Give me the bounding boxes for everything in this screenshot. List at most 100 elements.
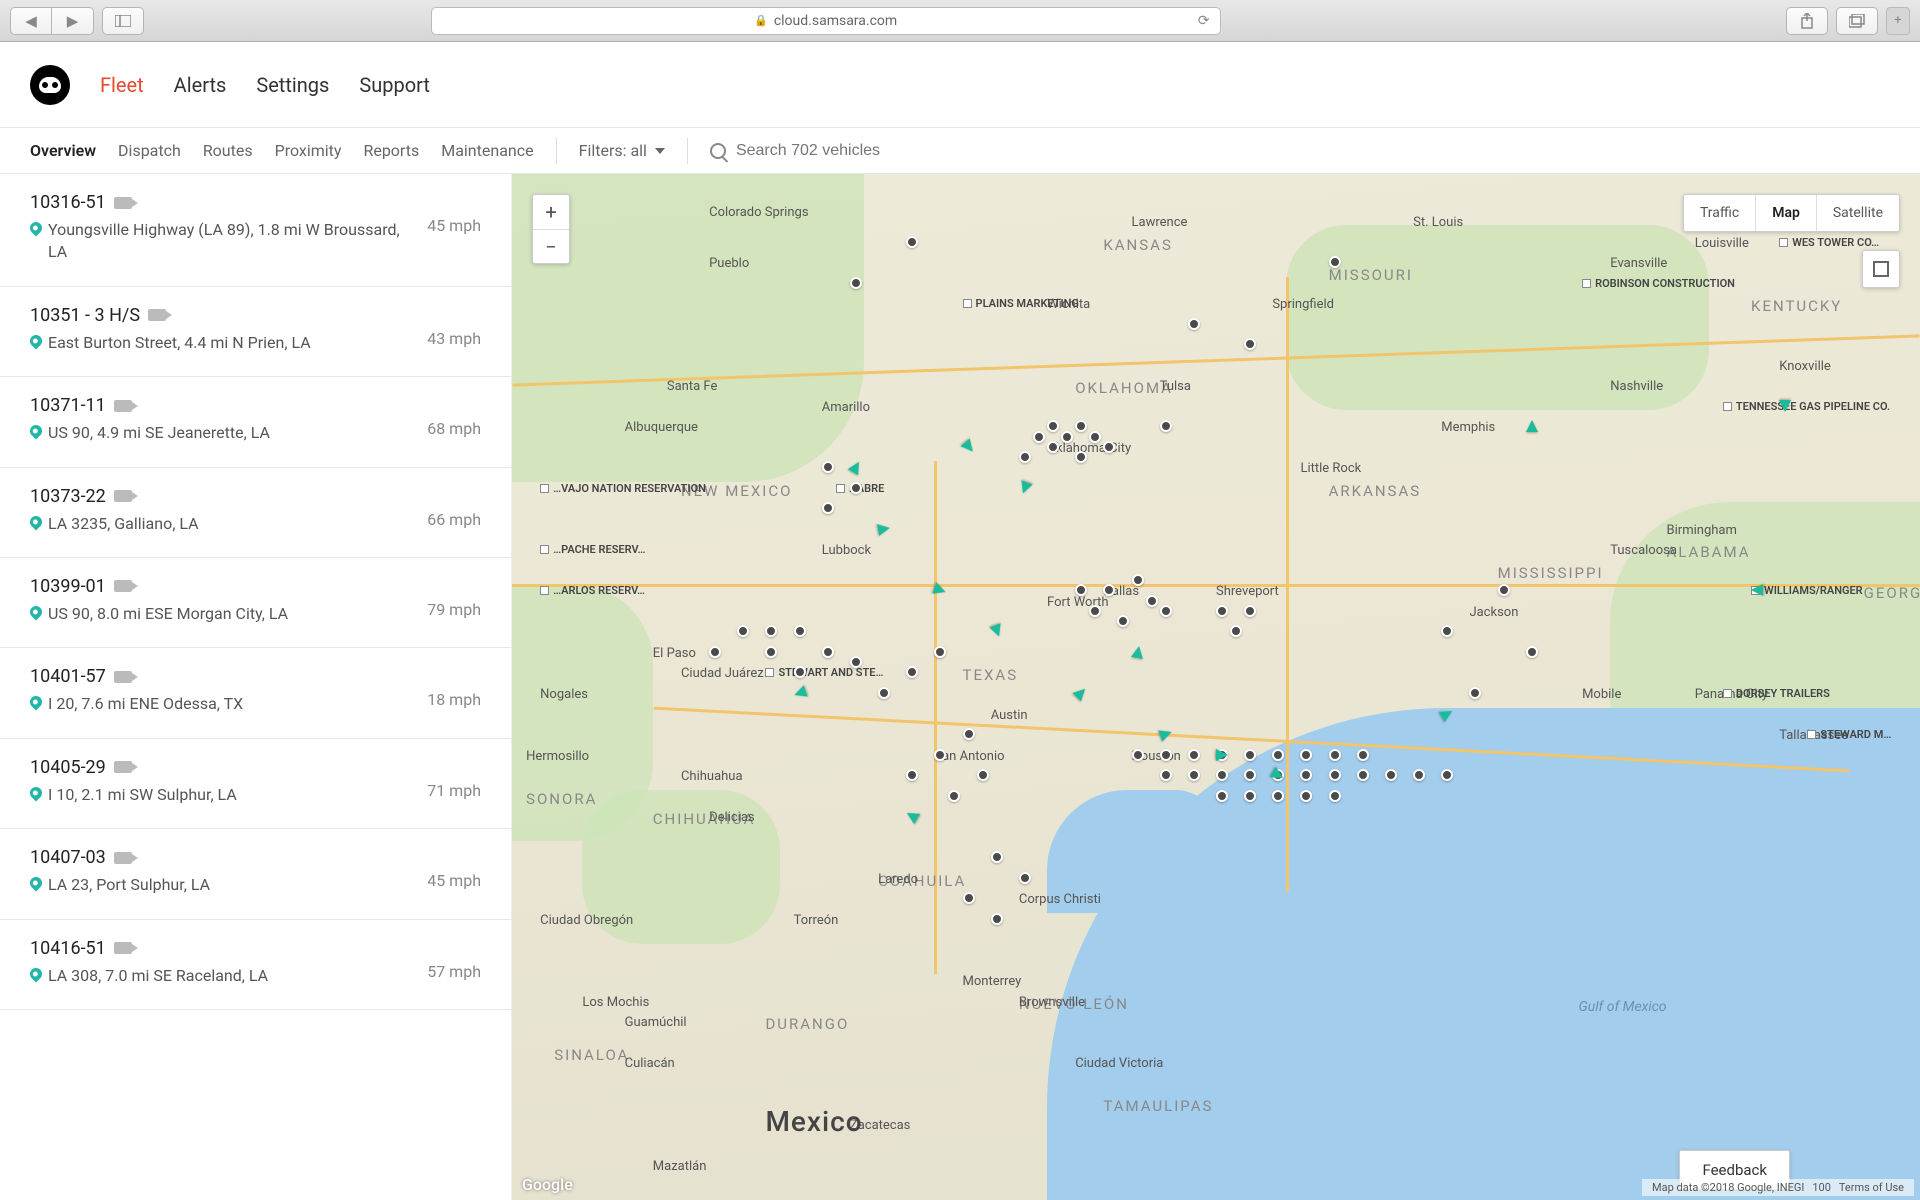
search-input[interactable] — [736, 142, 996, 160]
vehicle-marker[interactable] — [1216, 605, 1228, 617]
vehicle-row[interactable]: 10405-29 I 10, 2.1 mi SW Sulphur, LA 71 … — [0, 739, 511, 829]
subnav-item-proximity[interactable]: Proximity — [275, 141, 342, 160]
vehicle-marker[interactable] — [1329, 790, 1341, 802]
vehicle-marker[interactable] — [948, 790, 960, 802]
vehicle-marker[interactable] — [822, 646, 834, 658]
vehicle-row[interactable]: 10351 - 3 H/S East Burton Street, 4.4 mi… — [0, 287, 511, 377]
vehicle-row[interactable]: 10371-11 US 90, 4.9 mi SE Jeanerette, LA… — [0, 377, 511, 467]
nav-forward-button[interactable]: ▶ — [52, 7, 94, 35]
vehicle-marker[interactable] — [1132, 574, 1144, 586]
vehicle-heading-marker[interactable] — [1526, 420, 1538, 432]
vehicle-marker[interactable] — [1498, 584, 1510, 596]
vehicle-marker[interactable] — [1272, 790, 1284, 802]
subnav-item-dispatch[interactable]: Dispatch — [118, 141, 181, 160]
vehicle-marker[interactable] — [1160, 749, 1172, 761]
map-canvas[interactable]: KANSASMISSOURIOKLAHOMANEW MEXICOTEXASARK… — [512, 174, 1920, 1200]
nav-back-button[interactable]: ◀ — [10, 7, 52, 35]
vehicle-marker[interactable] — [794, 666, 806, 678]
subnav-item-routes[interactable]: Routes — [203, 141, 253, 160]
share-button[interactable] — [1786, 7, 1828, 35]
vehicle-marker[interactable] — [794, 625, 806, 637]
filters-dropdown[interactable]: Filters: all — [579, 141, 665, 160]
vehicle-row[interactable]: 10407-03 LA 23, Port Sulphur, LA 45 mph — [0, 829, 511, 919]
vehicle-marker[interactable] — [1329, 256, 1341, 268]
subnav-item-reports[interactable]: Reports — [363, 141, 419, 160]
new-tab-button[interactable]: + — [1886, 7, 1910, 35]
vehicle-marker[interactable] — [1019, 451, 1031, 463]
vehicle-marker[interactable] — [1244, 605, 1256, 617]
subnav-item-overview[interactable]: Overview — [30, 141, 96, 160]
app-logo[interactable] — [30, 65, 70, 105]
topnav-item-settings[interactable]: Settings — [256, 73, 329, 97]
vehicle-marker[interactable] — [1329, 749, 1341, 761]
vehicle-list[interactable]: 10316-51 Youngsville Highway (LA 89), 1.… — [0, 174, 512, 1200]
vehicle-marker[interactable] — [1160, 769, 1172, 781]
vehicle-marker[interactable] — [1216, 769, 1228, 781]
vehicle-marker[interactable] — [1385, 769, 1397, 781]
vehicle-marker[interactable] — [991, 913, 1003, 925]
vehicle-marker[interactable] — [1019, 872, 1031, 884]
vehicle-marker[interactable] — [1146, 595, 1158, 607]
map-attribution: Map data ©2018 Google, INEGI100Terms of … — [1642, 1179, 1914, 1196]
vehicle-marker[interactable] — [963, 892, 975, 904]
vehicle-marker[interactable] — [1300, 790, 1312, 802]
fullscreen-button[interactable] — [1862, 250, 1900, 288]
url-bar[interactable]: 🔒 cloud.samsara.com ⟳ — [431, 7, 1221, 35]
vehicle-row[interactable]: 10416-51 LA 308, 7.0 mi SE Raceland, LA … — [0, 920, 511, 1010]
vehicle-marker[interactable] — [850, 482, 862, 494]
subnav-item-maintenance[interactable]: Maintenance — [441, 141, 533, 160]
zoom-in-button[interactable]: + — [533, 195, 569, 229]
vehicle-marker[interactable] — [822, 461, 834, 473]
vehicle-marker[interactable] — [1160, 420, 1172, 432]
vehicle-marker[interactable] — [878, 687, 890, 699]
traffic-toggle[interactable]: Traffic — [1684, 195, 1755, 231]
vehicle-marker[interactable] — [1244, 749, 1256, 761]
vehicle-row[interactable]: 10316-51 Youngsville Highway (LA 89), 1.… — [0, 174, 511, 287]
sidebar-toggle-button[interactable] — [102, 7, 144, 35]
satellite-view-button[interactable]: Satellite — [1816, 195, 1899, 231]
vehicle-row[interactable]: 10401-57 I 20, 7.6 mi ENE Odessa, TX 18 … — [0, 648, 511, 738]
vehicle-heading-marker[interactable] — [1779, 400, 1791, 412]
zoom-out-button[interactable]: − — [533, 229, 569, 263]
vehicle-marker[interactable] — [1244, 790, 1256, 802]
vehicle-heading-marker[interactable] — [877, 522, 891, 536]
vehicle-marker[interactable] — [709, 646, 721, 658]
vehicle-marker[interactable] — [991, 851, 1003, 863]
vehicle-marker[interactable] — [1089, 431, 1101, 443]
vehicle-marker[interactable] — [1526, 646, 1538, 658]
vehicle-row[interactable]: 10399-01 US 90, 8.0 mi ESE Morgan City, … — [0, 558, 511, 648]
vehicle-marker[interactable] — [1357, 749, 1369, 761]
vehicle-marker[interactable] — [1160, 605, 1172, 617]
vehicle-marker[interactable] — [1188, 318, 1200, 330]
vehicle-marker[interactable] — [1300, 749, 1312, 761]
vehicle-marker[interactable] — [1272, 749, 1284, 761]
vehicle-marker[interactable] — [1188, 769, 1200, 781]
vehicle-marker[interactable] — [1329, 769, 1341, 781]
vehicle-marker[interactable] — [822, 502, 834, 514]
map-view-button[interactable]: Map — [1755, 195, 1816, 231]
tabs-button[interactable] — [1836, 7, 1878, 35]
vehicle-marker[interactable] — [963, 728, 975, 740]
poi-label: …VAJO NATION RESERVATION — [540, 482, 706, 495]
reload-icon[interactable]: ⟳ — [1198, 13, 1210, 29]
vehicle-row[interactable]: 10373-22 LA 3235, Galliano, LA 66 mph — [0, 468, 511, 558]
vehicle-heading-marker[interactable] — [1751, 584, 1763, 596]
topnav-item-fleet[interactable]: Fleet — [100, 73, 144, 97]
vehicle-speed: 68 mph — [427, 395, 481, 444]
vehicle-marker[interactable] — [1061, 431, 1073, 443]
vehicle-marker[interactable] — [906, 236, 918, 248]
vehicle-marker[interactable] — [977, 769, 989, 781]
vehicle-marker[interactable] — [1188, 749, 1200, 761]
vehicle-marker[interactable] — [1357, 769, 1369, 781]
city-label: Monterrey — [963, 974, 1022, 989]
topnav-item-alerts[interactable]: Alerts — [174, 73, 227, 97]
vehicle-heading-marker[interactable] — [1216, 749, 1228, 761]
vehicle-marker[interactable] — [850, 277, 862, 289]
topnav-item-support[interactable]: Support — [359, 73, 430, 97]
vehicle-marker[interactable] — [1216, 790, 1228, 802]
vehicle-marker[interactable] — [1033, 431, 1045, 443]
vehicle-marker[interactable] — [1047, 441, 1059, 453]
vehicle-marker[interactable] — [1132, 749, 1144, 761]
vehicle-marker[interactable] — [934, 749, 946, 761]
vehicle-heading-marker[interactable] — [1131, 645, 1145, 659]
